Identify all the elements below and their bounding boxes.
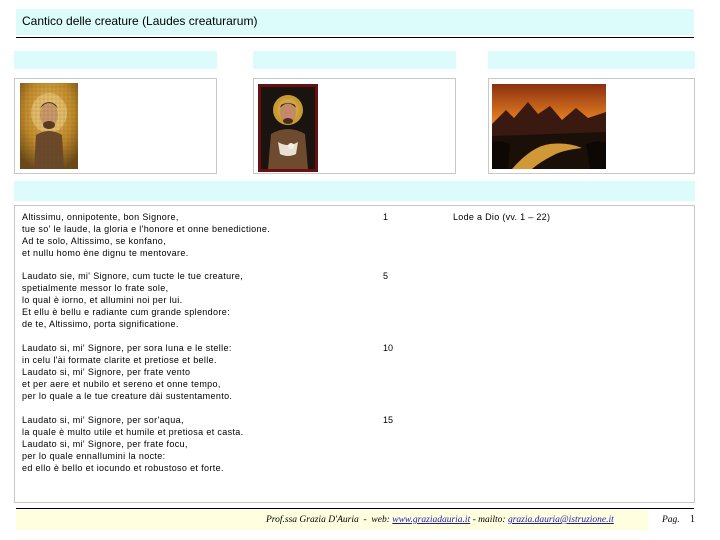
footer-web-label: web: [371,515,390,525]
website-link[interactable]: www.graziadauria.it [392,515,470,525]
footer-mailto-label: - mailto: [472,515,506,525]
line-number-10: 10 [383,343,394,353]
footer-credits: Prof.ssa Grazia D'Auria - web: www.grazi… [266,514,614,526]
image-caption-bar-1 [14,51,217,69]
line-number-5: 5 [383,271,389,281]
stanza-2: Laudato sie, mi' Signore, cum tucte le t… [22,271,244,329]
image-caption-bar-3 [488,51,695,69]
stanza-4: Laudato si, mi' Signore, per sor'aqua, l… [22,415,244,473]
document-title: Cantico delle creature (Laudes creaturar… [22,14,258,28]
footer-separator: - [363,515,367,525]
footer-author: Prof.ssa Grazia D'Auria [266,515,359,525]
section-note: Lode a Dio (vv. 1 – 22) [453,212,551,222]
line-number-1: 1 [383,212,389,222]
image-caption-bar-2 [253,51,456,69]
footer-divider [16,508,694,509]
document-title-bar: Cantico delle creature (Laudes creaturar… [16,9,694,35]
stanza-3: Laudato si, mi' Signore, per sora luna e… [22,343,233,401]
mosaic-saint-francis-image [20,83,78,169]
title-divider [16,37,694,38]
icon-saint-francis-image [258,84,318,172]
stanza-1: Altissimu, onnipotente, bon Signore, tue… [22,212,271,258]
line-number-15: 15 [383,415,394,425]
page-label: Pag. [662,515,680,525]
section-band [14,181,695,201]
email-link[interactable]: grazia.dauria@istruzione.it [508,515,614,525]
sunset-landscape-image [492,84,606,169]
page-number: 1 [690,514,695,525]
